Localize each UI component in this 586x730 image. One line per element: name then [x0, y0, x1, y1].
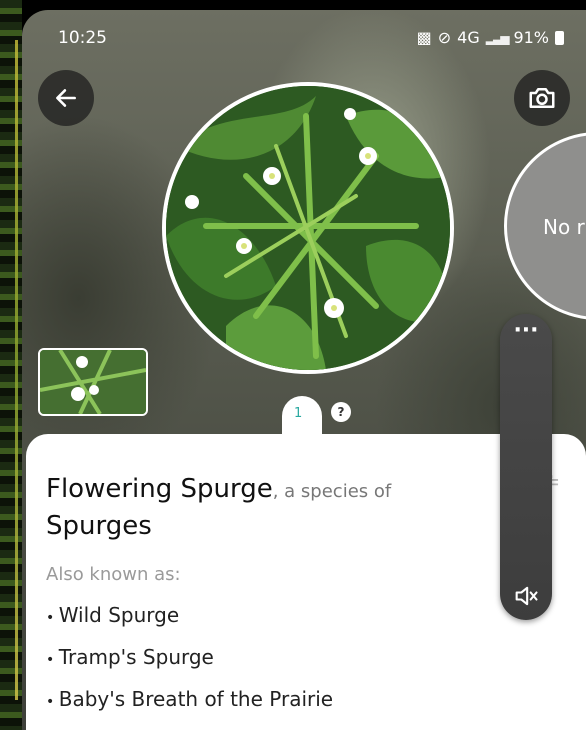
network-type: 4G [457, 28, 480, 47]
signal-icon: ▂▃▅ [485, 30, 510, 45]
notification-icon: ▩ [416, 28, 432, 47]
background-window-edge [0, 0, 22, 730]
floating-control-panel[interactable]: ··· [500, 314, 552, 620]
status-bar: 10:25 ▩ ⊘ 4G ▂▃▅ 91% [58, 28, 564, 50]
plant-photo-main[interactable] [162, 82, 454, 374]
thumbnail-image [40, 350, 146, 414]
alias-list: Wild Spurge Tramp's Spurge Baby's Breath… [46, 594, 333, 730]
tab-result-1[interactable]: 1 [294, 406, 302, 421]
more-dots-icon[interactable]: ··· [500, 320, 552, 342]
camera-icon [529, 88, 555, 108]
also-known-as-label: Also known as: [46, 564, 181, 585]
status-icons: ▩ ⊘ 4G ▂▃▅ 91% [417, 28, 564, 47]
group-name[interactable]: Spurges [46, 511, 152, 541]
arrow-left-icon [56, 89, 76, 107]
list-item: Baby's Breath of the Prairie [46, 678, 333, 720]
battery-percent: 91% [513, 28, 549, 47]
tab-result-unknown[interactable]: ? [331, 402, 351, 422]
mute-status-icon: ⊘ [437, 28, 452, 47]
status-time: 10:25 [58, 28, 107, 48]
plant-image [166, 86, 450, 370]
photo-thumbnail[interactable] [38, 348, 148, 416]
list-item: Wild Spurge [46, 594, 333, 636]
species-title: Flowering Spurge, a species of Spurges [46, 472, 496, 546]
species-connector: , a species of [272, 481, 392, 502]
phone-screen: 10:25 ▩ ⊘ 4G ▂▃▅ 91% No r 1 ? Flowering … [22, 10, 586, 730]
list-item: Tramp's Spurge [46, 636, 333, 678]
next-result-circle[interactable]: No r [504, 132, 586, 320]
list-item: Garden Spurge [46, 720, 333, 730]
result-tabs: 1 ? [282, 396, 362, 436]
back-button[interactable] [38, 70, 94, 126]
next-result-label: No r [543, 215, 585, 239]
volume-mute-icon[interactable] [512, 582, 540, 610]
common-name: Flowering Spurge [46, 474, 273, 504]
battery-icon [555, 30, 564, 45]
camera-button[interactable] [514, 70, 570, 126]
